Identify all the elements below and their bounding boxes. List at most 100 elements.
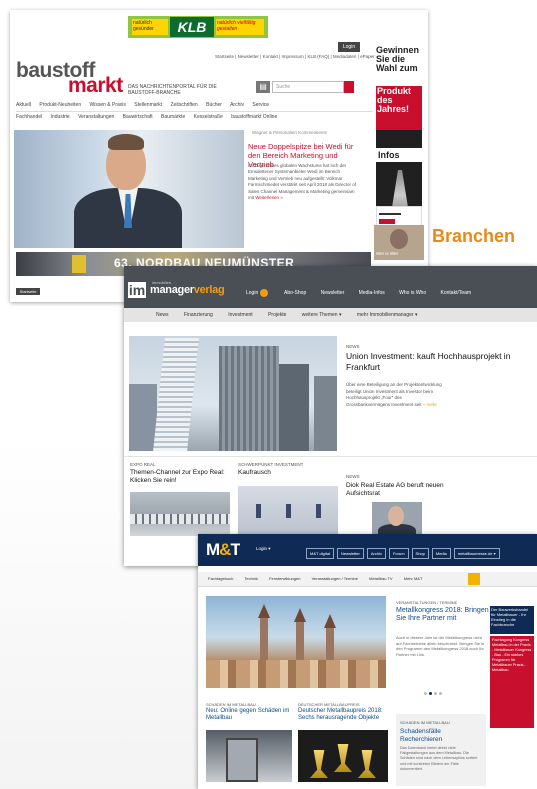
top-nav-item[interactable]: Newsletter xyxy=(321,290,345,296)
card-headline[interactable]: Diok Real Estate AG beruft neuen Aufsich… xyxy=(346,482,456,498)
nav-item[interactable]: Metallbau TV xyxy=(369,576,393,581)
subnav-item[interactable]: Fachhandel xyxy=(16,114,42,120)
footer-badge[interactable]: Startseite xyxy=(16,288,40,295)
subnav-item[interactable]: Kesselstraße xyxy=(194,114,223,120)
trophy-icon xyxy=(334,744,352,772)
nav-item[interactable]: Zeitschriften xyxy=(170,102,197,108)
site-logo[interactable]: managerverlag xyxy=(150,284,224,296)
sidebar-blue-box: Der Bauwerkshandel für Metallbauer - Ihr… xyxy=(490,606,534,634)
sidebar-ad[interactable]: Der Bauwerkshandel für Metallbauer - Ihr… xyxy=(490,600,534,760)
nav-item[interactable]: Veranstaltungen / Termine xyxy=(312,576,358,581)
carousel-dot[interactable] xyxy=(439,692,442,695)
church-spire xyxy=(324,614,336,628)
nav-item[interactable]: Wissen & Praxis xyxy=(90,102,126,108)
article-headline[interactable]: Union Investment: kauft Hochhausprojekt … xyxy=(346,351,526,372)
nav-item[interactable]: mehr Immobilienmanager ▾ xyxy=(357,312,418,318)
header-button[interactable]: M&T digital xyxy=(306,548,334,559)
hero-image-towers[interactable] xyxy=(129,336,337,451)
door-shape xyxy=(226,738,258,782)
mannequin-shape xyxy=(286,504,291,518)
top-nav-item[interactable]: Kontakt/Team xyxy=(441,290,472,296)
trophy-icon xyxy=(310,750,328,778)
mini-ad-logo xyxy=(379,219,395,224)
subnav-item[interactable]: Industrie xyxy=(51,114,70,120)
read-more-link[interactable]: Weiterlesen » xyxy=(255,195,282,200)
mini-ad-line xyxy=(379,213,401,215)
card-category: DEUTSCHER METALLBAUPREIS xyxy=(298,702,360,707)
card-image-trophies[interactable] xyxy=(298,730,388,782)
card-image-expo[interactable] xyxy=(130,492,230,536)
nav-item[interactable]: Produkt-Neuheiten xyxy=(39,102,81,108)
hero-image-portrait[interactable] xyxy=(14,130,244,248)
header-button[interactable]: Shop xyxy=(411,548,429,559)
header-button[interactable]: Archiv xyxy=(366,548,386,559)
card-headline[interactable]: Themen-Channel zur Expo Real: Klicken Si… xyxy=(130,469,234,485)
top-nav-item[interactable]: Who is Who xyxy=(399,290,426,296)
top-banner-ad[interactable]: natürlich gesünder KLB natürlich vielfäl… xyxy=(128,16,268,38)
site-logo[interactable]: M&T xyxy=(206,540,240,560)
nav-item[interactable]: Finanzierung xyxy=(184,312,213,318)
cart-icon[interactable]: ▤ xyxy=(256,81,270,93)
card-headline[interactable]: Kaufrausch xyxy=(238,469,338,477)
header-button[interactable]: metallbaumesse.de ▾ xyxy=(453,548,500,559)
baustoffmarkt-screenshot: natürlich gesünder KLB natürlich vielfäl… xyxy=(10,10,428,302)
article-teaser: Im Zuge seines globalen Wachstums hat si… xyxy=(248,163,358,201)
card-headline[interactable]: Neu: Online gegen Schäden im Metallbau xyxy=(206,708,294,722)
expo-structure xyxy=(130,514,230,524)
box-headline[interactable]: Schadensfälle Recherchieren xyxy=(400,728,484,743)
ad-left-text: natürlich gesünder xyxy=(132,19,168,35)
portrait-head xyxy=(388,506,404,526)
subnav-item[interactable]: Veranstaltungen xyxy=(78,114,114,120)
header-buttons: M&T digital Newsletter Archiv Forum Shop Medi… xyxy=(306,542,503,560)
ad-right-text: natürlich vielfältig gestalten xyxy=(216,19,264,35)
subnav-item[interactable]: baustoffmarkt Online xyxy=(231,114,277,120)
read-more-link[interactable]: » mehr xyxy=(423,402,437,407)
carousel-dot-active[interactable] xyxy=(429,692,432,695)
logo-t: T xyxy=(230,540,240,559)
top-nav-item[interactable]: Media-Infos xyxy=(359,290,385,296)
who-is-who-label: Wer is Wer xyxy=(376,251,399,256)
nav-item[interactable]: Mehr M&T xyxy=(404,576,423,581)
hero-image-town[interactable] xyxy=(206,596,386,688)
nav-item[interactable]: weitere Themen ▾ xyxy=(302,312,342,318)
top-nav-item[interactable]: Abo-Shop xyxy=(284,290,306,296)
subnav-item[interactable]: Baumärkte xyxy=(161,114,185,120)
login-dropdown[interactable]: Login ▾ xyxy=(256,546,271,552)
nav-item[interactable]: Investment xyxy=(228,312,252,318)
im-logo-icon[interactable]: im xyxy=(128,282,146,298)
logo-markt[interactable]: markt xyxy=(68,75,123,96)
nav-item[interactable]: Fensterwiklungen xyxy=(269,576,300,581)
login-button[interactable]: Login xyxy=(338,42,360,52)
header-button[interactable]: Newsletter xyxy=(336,548,364,559)
nav-item[interactable]: Projekte xyxy=(268,312,286,318)
nav-item[interactable]: Stellenmarkt xyxy=(134,102,162,108)
card-headline[interactable]: Deutscher Metallbaupreis 2018: Sechs her… xyxy=(298,708,394,722)
card-image-door[interactable] xyxy=(206,730,292,782)
card-image-shop[interactable] xyxy=(238,486,338,536)
top-links[interactable]: Startseite | Newsletter | Kontakt | Impr… xyxy=(215,54,375,59)
article-headline[interactable]: Metallkongress 2018: Bringen Sie Ihre Pa… xyxy=(396,607,492,624)
news-label: NEWS xyxy=(346,344,360,349)
search-button[interactable] xyxy=(344,81,354,93)
nav-item[interactable]: Bücher xyxy=(206,102,222,108)
login-count-badge xyxy=(260,289,268,297)
search-input[interactable]: Suche xyxy=(272,81,344,93)
who-is-who-teaser[interactable]: Wer is Wer xyxy=(374,225,424,260)
nav-item[interactable]: News xyxy=(156,312,169,318)
box-teaser: Das Datenbank bietet direkt viele Fallge… xyxy=(400,746,478,771)
carousel-dot[interactable] xyxy=(424,692,427,695)
search-button[interactable] xyxy=(468,573,480,585)
nav-item[interactable]: Service xyxy=(252,102,269,108)
login-link[interactable]: Login xyxy=(246,290,258,296)
nav-item[interactable]: Archiv xyxy=(230,102,244,108)
subnav-item[interactable]: Bauwirtschaft xyxy=(123,114,153,120)
nav-item[interactable]: Technik xyxy=(244,576,258,581)
header-button[interactable]: Media xyxy=(431,548,451,559)
info-box[interactable]: SCHÄDEN IM METALLBAU Schadensfälle Reche… xyxy=(396,714,486,786)
header-button[interactable]: Forum xyxy=(388,548,409,559)
carousel-dot[interactable] xyxy=(434,692,437,695)
nav-item[interactable]: Fachtagebuch xyxy=(208,576,233,581)
sidebar-ad[interactable]: Gewinnen Sie die Wahl zum Produkt des Ja… xyxy=(376,46,422,240)
nav-item[interactable]: Aktuell xyxy=(16,102,31,108)
tower-shape xyxy=(129,384,157,451)
